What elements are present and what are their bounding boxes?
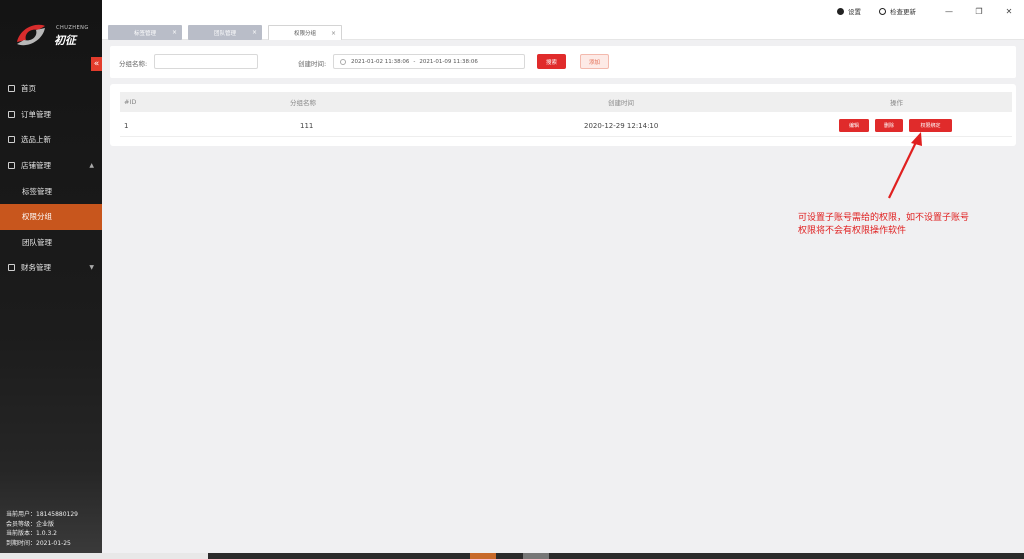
brand-logo: CHUZHENG 初征	[14, 20, 89, 54]
delete-button[interactable]: 删除	[875, 119, 903, 132]
sidebar-item-permission-groups[interactable]: 权限分组	[0, 203, 102, 230]
window-actions: 设置 检查更新 — ❐ ✕	[837, 6, 1024, 16]
sidebar-item-label: 团队管理	[22, 237, 52, 247]
sidebar-item-orders[interactable]: 订单管理	[0, 102, 102, 128]
filter-bar: 分组名称: 创建时间: 2021-01-02 11:38:06 - 2021-0…	[110, 46, 1016, 78]
restore-button[interactable]: ❐	[964, 7, 994, 16]
date-end: 2021-01-09 11:38:06	[419, 58, 478, 65]
member-level: 会员等级：企业版	[6, 520, 55, 528]
sidebar-item-label: 权限分组	[22, 212, 52, 222]
finance-icon	[8, 264, 15, 272]
clock-icon	[340, 58, 346, 65]
tab-bar: 标签管理 × 团队管理 × 权限分组 ×	[108, 25, 342, 40]
settings-button[interactable]: 设置	[837, 6, 861, 16]
annotation-text: 可设置子账号需给的权限，如不设置子账号 权限将不会有权限操作软件	[798, 212, 1024, 238]
gear-icon	[837, 7, 844, 15]
date-separator: -	[413, 58, 416, 65]
sidebar-item-label: 财务管理	[21, 263, 51, 273]
row-id: 1	[124, 121, 129, 130]
close-window-button[interactable]: ✕	[994, 7, 1024, 16]
date-start: 2021-01-02 11:38:06	[351, 58, 410, 65]
date-range-picker[interactable]: 2021-01-02 11:38:06 - 2021-01-09 11:38:0…	[333, 54, 525, 69]
taskbar-app-icon[interactable]	[523, 553, 549, 559]
header-actions: 操作	[890, 99, 903, 107]
edit-button[interactable]: 编辑	[839, 119, 869, 132]
group-name-input[interactable]	[154, 54, 258, 69]
sidebar-item-products[interactable]: 选品上新	[0, 127, 102, 153]
sidebar: CHUZHENG 初征 « 首页 订单管理 选品上新 店铺管理 ▲ 标签管理 权…	[0, 0, 102, 553]
user-info-panel: 当前用户：18145880129 会员等级：企业版 当前版本：1.0.3.2 到…	[6, 510, 78, 548]
tab-team-management[interactable]: 团队管理 ×	[188, 25, 262, 40]
created-time-label: 创建时间:	[298, 60, 327, 68]
chevron-up-icon: ▲	[89, 161, 94, 169]
sidebar-item-home[interactable]: 首页	[0, 76, 102, 102]
settings-label: 设置	[848, 8, 861, 16]
tab-label: 权限分组	[293, 31, 316, 37]
top-bar: 设置 检查更新 — ❐ ✕ 标签管理 × 团队管理 × 权限分组 ×	[102, 0, 1024, 40]
annotation-line-2: 权限将不会有权限操作软件	[798, 226, 907, 236]
expiry-date: 到期时间：2021-01-25	[6, 539, 71, 547]
sidebar-item-label: 标签管理	[22, 186, 52, 196]
sidebar-item-label: 首页	[21, 84, 36, 94]
check-update-label: 检查更新	[890, 8, 916, 16]
store-icon	[8, 162, 15, 170]
table-row: 1 111 2020-12-29 12:14:10 编辑 删除 权限绑定	[120, 115, 1012, 137]
product-icon	[8, 136, 15, 144]
sidebar-item-label: 选品上新	[21, 135, 51, 145]
sidebar-item-label: 订单管理	[21, 109, 51, 119]
brand-name-cn: 初征	[54, 34, 76, 47]
chevron-down-icon: ▼	[89, 264, 94, 272]
check-update-button[interactable]: 检查更新	[879, 6, 916, 16]
sidebar-item-team[interactable]: 团队管理	[0, 230, 102, 256]
minimize-button[interactable]: —	[934, 7, 964, 16]
close-icon[interactable]: ×	[172, 29, 177, 36]
tab-label: 标签管理	[133, 30, 156, 37]
main-content: 分组名称: 创建时间: 2021-01-02 11:38:06 - 2021-0…	[102, 40, 1024, 553]
header-id: #ID	[124, 98, 137, 106]
taskbar-segment	[0, 553, 208, 559]
header-created-time: 创建时间	[608, 99, 634, 107]
sidebar-collapse-button[interactable]: «	[91, 57, 102, 71]
logo-mark-icon	[17, 24, 45, 46]
tab-tag-management[interactable]: 标签管理 ×	[108, 25, 182, 40]
tab-permission-groups[interactable]: 权限分组 ×	[268, 25, 342, 40]
search-button[interactable]: 搜索	[537, 54, 566, 69]
taskbar-app-icon[interactable]	[470, 553, 496, 559]
refresh-icon	[879, 7, 886, 15]
close-icon[interactable]: ×	[252, 29, 257, 36]
sidebar-item-label: 店铺管理	[21, 161, 51, 171]
row-group-name: 111	[300, 121, 314, 130]
sidebar-item-tags[interactable]: 标签管理	[0, 178, 102, 204]
current-user: 当前用户：18145880129	[6, 511, 78, 518]
sidebar-nav: 首页 订单管理 选品上新 店铺管理 ▲ 标签管理 权限分组 团队管理 财务管理 …	[0, 76, 102, 281]
bind-permission-button[interactable]: 权限绑定	[909, 119, 952, 132]
group-name-label: 分组名称:	[119, 60, 148, 68]
os-taskbar	[0, 553, 1024, 559]
row-created-time: 2020-12-29 12:14:10	[584, 121, 659, 130]
add-button[interactable]: 添加	[580, 54, 609, 69]
header-group-name: 分组名称	[290, 99, 316, 107]
sidebar-item-store[interactable]: 店铺管理 ▲	[0, 153, 102, 179]
close-icon[interactable]: ×	[331, 30, 336, 37]
brand-name-en: CHUZHENG	[56, 25, 89, 31]
app-version: 当前版本：1.0.3.2	[6, 530, 57, 537]
groups-table: #ID 分组名称 创建时间 操作 1 111 2020-12-29 12:14:…	[110, 84, 1016, 146]
sidebar-item-finance[interactable]: 财务管理 ▼	[0, 255, 102, 281]
tab-label: 团队管理	[213, 30, 236, 37]
home-icon	[8, 85, 15, 93]
table-header: #ID 分组名称 创建时间 操作	[120, 92, 1012, 112]
annotation-line-1: 可设置子账号需给的权限，如不设置子账号	[798, 213, 970, 223]
order-icon	[8, 110, 15, 118]
